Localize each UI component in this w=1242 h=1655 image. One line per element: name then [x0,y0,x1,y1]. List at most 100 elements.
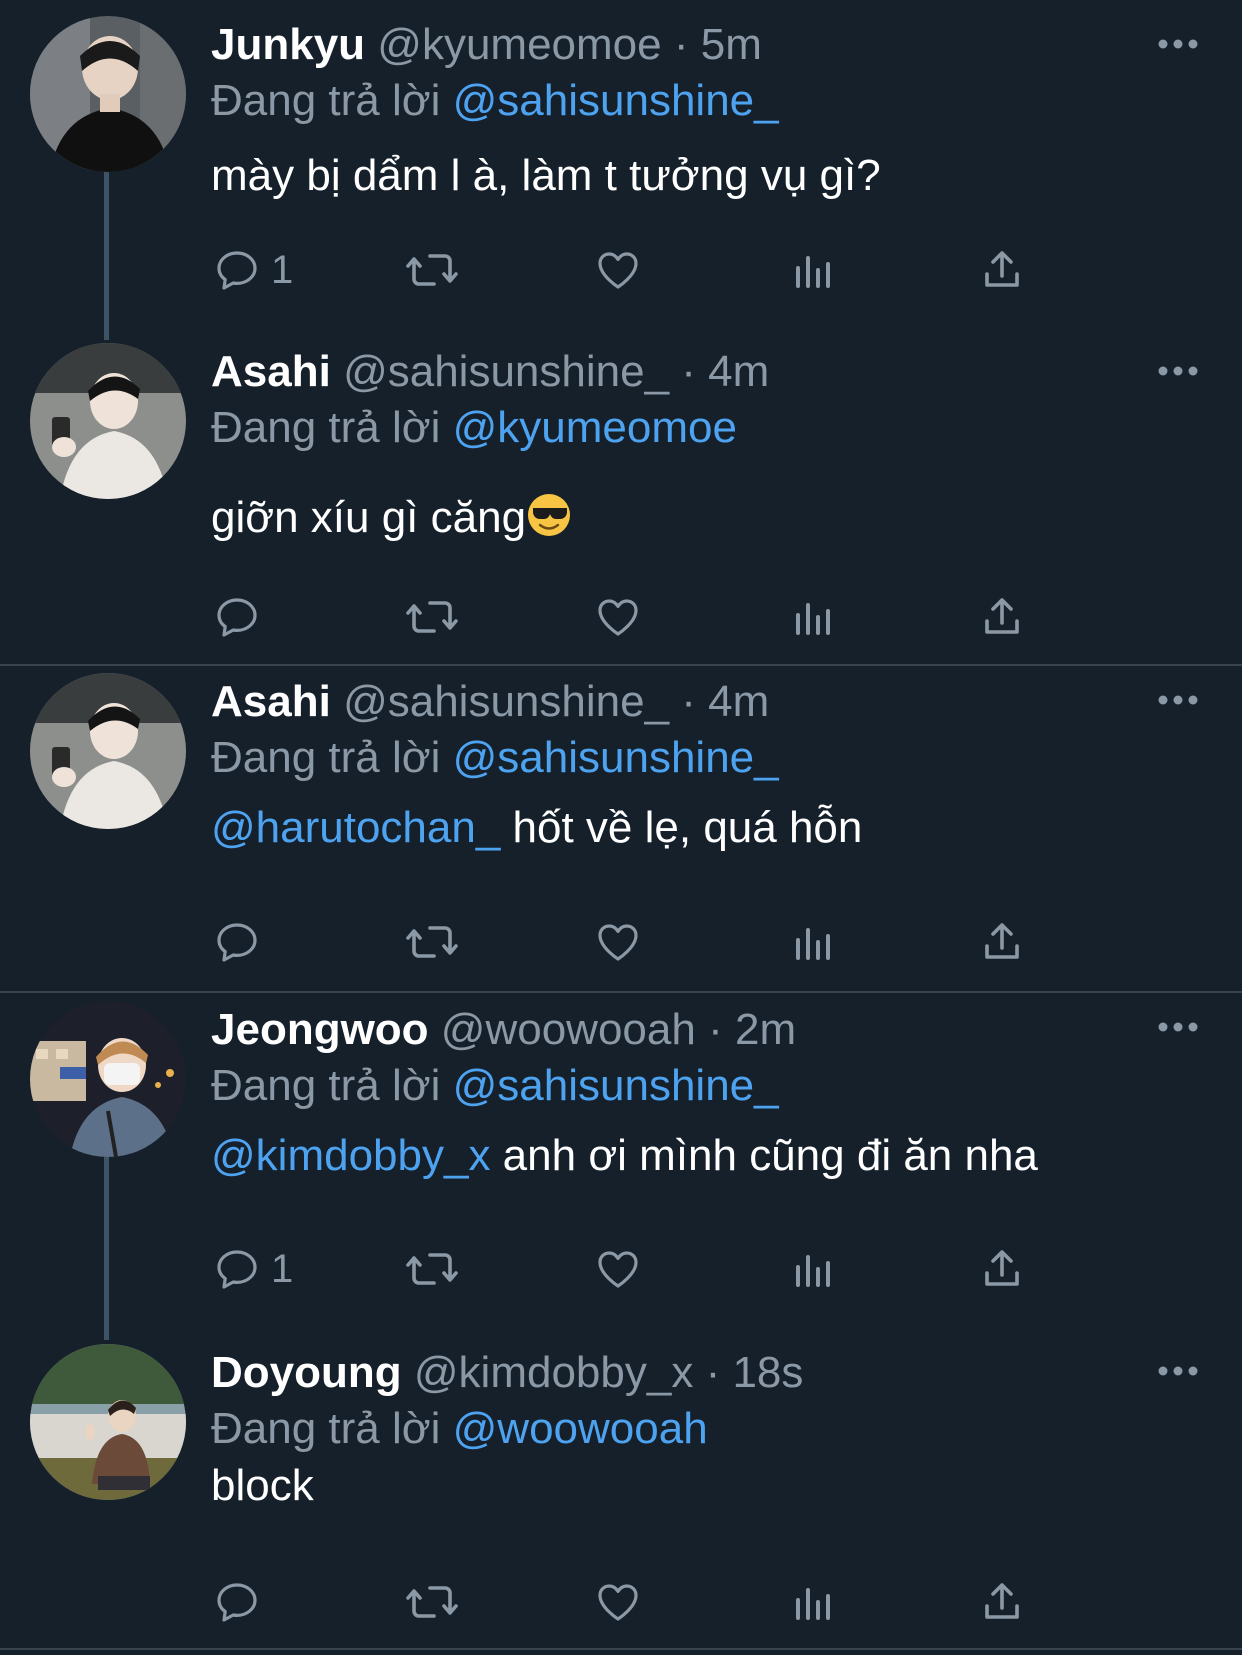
user-handle[interactable]: @kimdobby_x [414,1348,693,1397]
more-icon[interactable] [1156,690,1200,710]
tweet-text: giỡn xíu gì căng [211,490,572,546]
like-button[interactable] [594,912,642,972]
reply-count: 1 [271,247,294,292]
separator-dot: · [673,20,689,69]
like-button[interactable] [594,1239,642,1299]
share-icon [985,251,1019,287]
share-button[interactable] [978,587,1026,647]
share-button[interactable] [978,912,1026,972]
tweet-mention[interactable]: @kimdobby_x [211,1131,490,1180]
tweet-mention[interactable]: @harutochan_ [211,803,500,852]
more-icon[interactable] [1156,361,1200,381]
analytics-button[interactable] [788,587,836,647]
more-icon[interactable] [1156,34,1200,54]
retweet-button[interactable] [404,912,460,972]
user-handle[interactable]: @sahisunshine_ [343,677,669,726]
analytics-icon [796,928,830,960]
tweet-body: mày bị dẩm l à, làm t tưởng vụ gì? [211,151,881,200]
timestamp[interactable]: 4m [708,677,769,726]
reply-icon [217,1250,257,1289]
tweet-body: block [211,1461,314,1510]
reply-to-mention[interactable]: @sahisunshine_ [453,733,779,782]
display-name[interactable]: Jeongwoo [211,1005,429,1054]
analytics-button[interactable] [788,1572,836,1632]
retweet-button[interactable] [404,587,460,647]
heart-icon [598,252,638,289]
analytics-icon [796,1588,830,1620]
reply-to-mention[interactable]: @kyumeomoe [453,403,737,452]
share-icon [985,923,1019,959]
reply-icon [217,598,257,637]
avatar[interactable] [30,1001,186,1157]
heart-icon [598,1584,638,1621]
reply-to-mention[interactable]: @sahisunshine_ [453,76,779,125]
tweet[interactable]: Jeongwoo @woowooah · 2m Đang trả lời @sa… [0,993,1242,1328]
display-name[interactable]: Asahi [211,677,331,726]
retweet-button[interactable] [404,1572,460,1632]
tweet-text: mày bị dẩm l à, làm t tưởng vụ gì? [211,148,881,204]
analytics-icon [796,256,830,288]
reply-icon [217,923,257,962]
tweet-header: Junkyu @kyumeomoe · 5m [211,17,762,73]
reply-button[interactable] [213,1572,271,1632]
share-button[interactable] [978,1239,1026,1299]
reply-button[interactable] [213,587,271,647]
replying-to: Đang trả lời @sahisunshine_ [211,730,779,786]
tweet[interactable]: Junkyu @kyumeomoe · 5m Đang trả lời @sah… [0,0,1242,335]
display-name[interactable]: Junkyu [211,20,365,69]
share-button[interactable] [978,1572,1026,1632]
like-button[interactable] [594,240,642,300]
share-button[interactable] [978,240,1026,300]
reply-prefix: Đang trả lời [211,1061,441,1110]
tweet[interactable]: Doyoung @kimdobby_x · 18s Đang trả lời @… [0,1330,1242,1648]
reply-button[interactable] [213,912,271,972]
more-icon[interactable] [1156,1361,1200,1381]
more-icon[interactable] [1156,1017,1200,1037]
avatar[interactable] [30,1344,186,1500]
tweet-divider [0,1648,1242,1650]
reply-button[interactable]: 1 [213,1239,293,1299]
timestamp[interactable]: 4m [708,347,769,396]
user-handle[interactable]: @woowooah [441,1005,696,1054]
retweet-button[interactable] [404,1239,460,1299]
tweet-body: hốt về lẹ, quá hỗn [500,803,863,852]
reply-to-mention[interactable]: @woowooah [453,1404,708,1453]
replying-to: Đang trả lời @sahisunshine_ [211,1058,779,1114]
analytics-icon [796,1255,830,1287]
timestamp[interactable]: 18s [732,1348,803,1397]
separator-dot: · [681,347,696,396]
reply-icon [217,1583,257,1622]
display-name[interactable]: Doyoung [211,1348,402,1397]
tweet-header: Jeongwoo @woowooah · 2m [211,1002,796,1058]
retweet-icon [406,601,458,633]
avatar[interactable] [30,16,186,172]
timestamp[interactable]: 5m [701,20,762,69]
sunglasses-emoji-icon [526,492,572,538]
action-bar [208,912,1108,972]
like-button[interactable] [594,1572,642,1632]
retweet-icon [406,1253,458,1285]
analytics-button[interactable] [788,912,836,972]
like-button[interactable] [594,587,642,647]
share-icon [985,1583,1019,1619]
tweet[interactable]: Asahi @sahisunshine_ · 4m Đang trả lời @… [0,335,1242,664]
user-handle[interactable]: @kyumeomoe [377,20,661,69]
tweet-body: giỡn xíu gì căng [211,493,527,542]
analytics-button[interactable] [788,1239,836,1299]
avatar[interactable] [30,343,186,499]
timestamp[interactable]: 2m [735,1005,796,1054]
avatar[interactable] [30,673,186,829]
heart-icon [598,924,638,961]
retweet-icon [406,254,458,286]
reply-prefix: Đang trả lời [211,1404,441,1453]
display-name[interactable]: Asahi [211,347,331,396]
tweet-header: Asahi @sahisunshine_ · 4m [211,674,769,730]
tweet-header: Doyoung @kimdobby_x · 18s [211,1345,803,1401]
tweet[interactable]: Asahi @sahisunshine_ · 4m Đang trả lời @… [0,666,1242,991]
retweet-button[interactable] [404,240,460,300]
replying-to: Đang trả lời @sahisunshine_ [211,73,779,129]
reply-to-mention[interactable]: @sahisunshine_ [453,1061,779,1110]
user-handle[interactable]: @sahisunshine_ [343,347,669,396]
reply-button[interactable]: 1 [213,240,293,300]
analytics-button[interactable] [788,240,836,300]
